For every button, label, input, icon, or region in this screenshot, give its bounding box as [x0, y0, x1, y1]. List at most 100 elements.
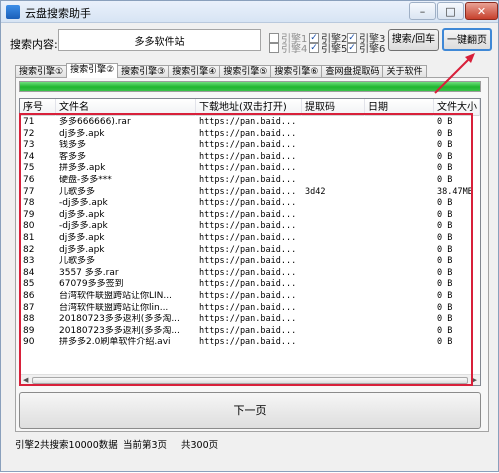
row-number: 76	[23, 174, 35, 185]
table-row[interactable]: 74 客多多 https://pan.baid... 0 B	[20, 152, 480, 164]
scrollbar-thumb[interactable]	[32, 377, 468, 384]
row-link: https://pan.baid...	[199, 232, 297, 243]
row-size: 0 B	[437, 232, 453, 243]
header-col-date[interactable]: 日期	[365, 99, 434, 116]
table-row[interactable]: 86 台湾软件联盟跨站让你LIN... https://pan.baid... 0 B	[20, 291, 480, 303]
row-link: https://pan.baid...	[199, 198, 297, 209]
row-number: 90	[23, 337, 35, 348]
row-link: https://pan.baid...	[199, 128, 297, 139]
minimize-button[interactable]: –	[409, 2, 436, 20]
row-number: 85	[23, 279, 35, 290]
row-date	[365, 314, 434, 326]
search-button[interactable]: 搜索/回车	[388, 29, 439, 51]
row-filename: 3557 多多.rar	[59, 267, 119, 278]
table-row[interactable]: 79 dj多多.apk https://pan.baid... 0 B	[20, 210, 480, 222]
row-size: 0 B	[437, 209, 453, 220]
row-number: 88	[23, 314, 35, 325]
engine-checkbox-label: 引擎5	[321, 44, 348, 55]
close-button[interactable]: ✕	[465, 2, 498, 20]
table-row[interactable]: 82 dj多多.apk https://pan.baid... 0 B	[20, 245, 480, 257]
row-filename: 67079多多签到	[59, 279, 124, 290]
row-number: 83	[23, 256, 35, 267]
status-summary: 引擎2共搜索10000数据	[15, 440, 118, 451]
table-row[interactable]: 83 儿歌多多 https://pan.baid... 0 B	[20, 256, 480, 268]
row-date	[365, 221, 434, 233]
scroll-right-icon[interactable]: ▶	[472, 375, 477, 385]
row-date	[365, 152, 434, 164]
table-row[interactable]: 84 3557 多多.rar https://pan.baid... 0 B	[20, 268, 480, 280]
row-number: 87	[23, 302, 35, 313]
header-col-size[interactable]: 文件大小	[434, 99, 480, 116]
row-filename: 拼多多.apk	[59, 163, 106, 174]
search-input[interactable]	[58, 29, 261, 51]
row-code	[302, 337, 365, 349]
row-code	[302, 140, 365, 152]
row-link: https://pan.baid...	[199, 209, 297, 220]
row-code	[302, 198, 365, 210]
engine-checkbox-6[interactable]: ✓ 引擎6	[347, 40, 385, 55]
header-col-filename[interactable]: 文件名	[56, 99, 196, 116]
checkbox-icon[interactable]: ✓	[347, 42, 357, 53]
table-row[interactable]: 89 20180723多多返利(多多淘... https://pan.baid...…	[20, 326, 480, 338]
header-col-number[interactable]: 序号	[20, 99, 56, 116]
results-table[interactable]: 序号 文件名 下载地址(双击打开) 提取码 日期 文件大小 71 多多666666).rar…	[19, 98, 481, 386]
row-link: https://pan.baid...	[199, 314, 297, 325]
row-number: 80	[23, 221, 35, 232]
row-code	[302, 152, 365, 164]
row-number: 79	[23, 209, 35, 220]
page-all-button[interactable]: 一键翻页	[442, 28, 492, 51]
header-col-link[interactable]: 下载地址(双击打开)	[196, 99, 302, 116]
row-code	[302, 326, 365, 338]
row-link: https://pan.baid...	[199, 290, 297, 301]
row-filename: dj多多.apk	[59, 232, 105, 243]
row-number: 75	[23, 163, 35, 174]
row-size: 0 B	[437, 198, 453, 209]
row-code	[302, 279, 365, 291]
row-filename: 20180723多多返利(多多淘...	[59, 314, 180, 325]
row-size: 0 B	[437, 174, 453, 185]
row-size: 0 B	[437, 244, 453, 255]
status-current-page: 当前第3页	[123, 440, 168, 451]
row-code	[302, 314, 365, 326]
table-row[interactable]: 85 67079多多签到 https://pan.baid... 0 B	[20, 279, 480, 291]
row-filename: dj多多.apk	[59, 209, 105, 220]
table-row[interactable]: 81 dj多多.apk https://pan.baid... 0 B	[20, 233, 480, 245]
engine-checkbox-5[interactable]: ✓ 引擎5	[309, 40, 347, 55]
table-row[interactable]: 87 台湾软件联盟跨站让你lin... https://pan.baid... 0 B	[20, 303, 480, 315]
next-page-button[interactable]: 下一页	[19, 392, 481, 429]
maximize-button[interactable]: □	[437, 2, 464, 20]
row-filename: 20180723多多返利(多多淘...	[59, 325, 180, 336]
row-filename: dj多多.apk	[59, 244, 105, 255]
status-bar: 引擎2共搜索10000数据 当前第3页 共300页	[1, 434, 498, 471]
table-row[interactable]: 90 拼多多2.0刷单软件介绍.avi https://pan.baid... 0 B	[20, 337, 480, 349]
row-link: https://pan.baid...	[199, 337, 297, 348]
row-date	[365, 256, 434, 268]
scroll-left-icon[interactable]: ◀	[23, 375, 28, 385]
header-col-code[interactable]: 提取码	[302, 99, 365, 116]
checkbox-icon[interactable]	[269, 42, 279, 53]
row-number: 72	[23, 128, 35, 139]
app-window: 云盘搜索助手 – □ ✕ 搜索内容: 引擎1✓引擎2✓引擎3引擎4✓引擎5✓引擎…	[0, 0, 499, 472]
table-row[interactable]: 76 硬盘-多多*** https://pan.baid... 0 B	[20, 175, 480, 187]
row-code	[302, 117, 365, 129]
tab-2[interactable]: 搜索引擎②	[66, 63, 119, 78]
row-code	[302, 268, 365, 280]
row-code	[302, 175, 365, 187]
checkbox-icon[interactable]: ✓	[309, 42, 319, 53]
row-size: 0 B	[437, 290, 453, 301]
row-link: https://pan.baid...	[199, 279, 297, 290]
row-filename: 客多多	[59, 151, 87, 162]
table-row[interactable]: 75 拼多多.apk https://pan.baid... 0 B	[20, 163, 480, 175]
table-row[interactable]: 72 dj多多.apk https://pan.baid... 0 B	[20, 129, 480, 141]
row-size: 0 B	[437, 267, 453, 278]
row-size: 0 B	[437, 302, 453, 313]
table-row[interactable]: 80 -dj多多.apk https://pan.baid... 0 B	[20, 221, 480, 233]
table-row[interactable]: 77 儿歌多多 https://pan.baid... 3d42 38.47MB	[20, 187, 480, 199]
table-row[interactable]: 78 -dj多多.apk https://pan.baid... 0 B	[20, 198, 480, 210]
table-row[interactable]: 73 钱多多 https://pan.baid... 0 B	[20, 140, 480, 152]
engine-checkbox-4[interactable]: 引擎4	[269, 40, 307, 55]
table-row[interactable]: 71 多多666666).rar https://pan.baid... 0 B	[20, 117, 480, 129]
row-size: 0 B	[437, 163, 453, 174]
horizontal-scrollbar[interactable]: ◀ ▶	[20, 374, 480, 385]
table-row[interactable]: 88 20180723多多返利(多多淘... https://pan.baid...…	[20, 314, 480, 326]
